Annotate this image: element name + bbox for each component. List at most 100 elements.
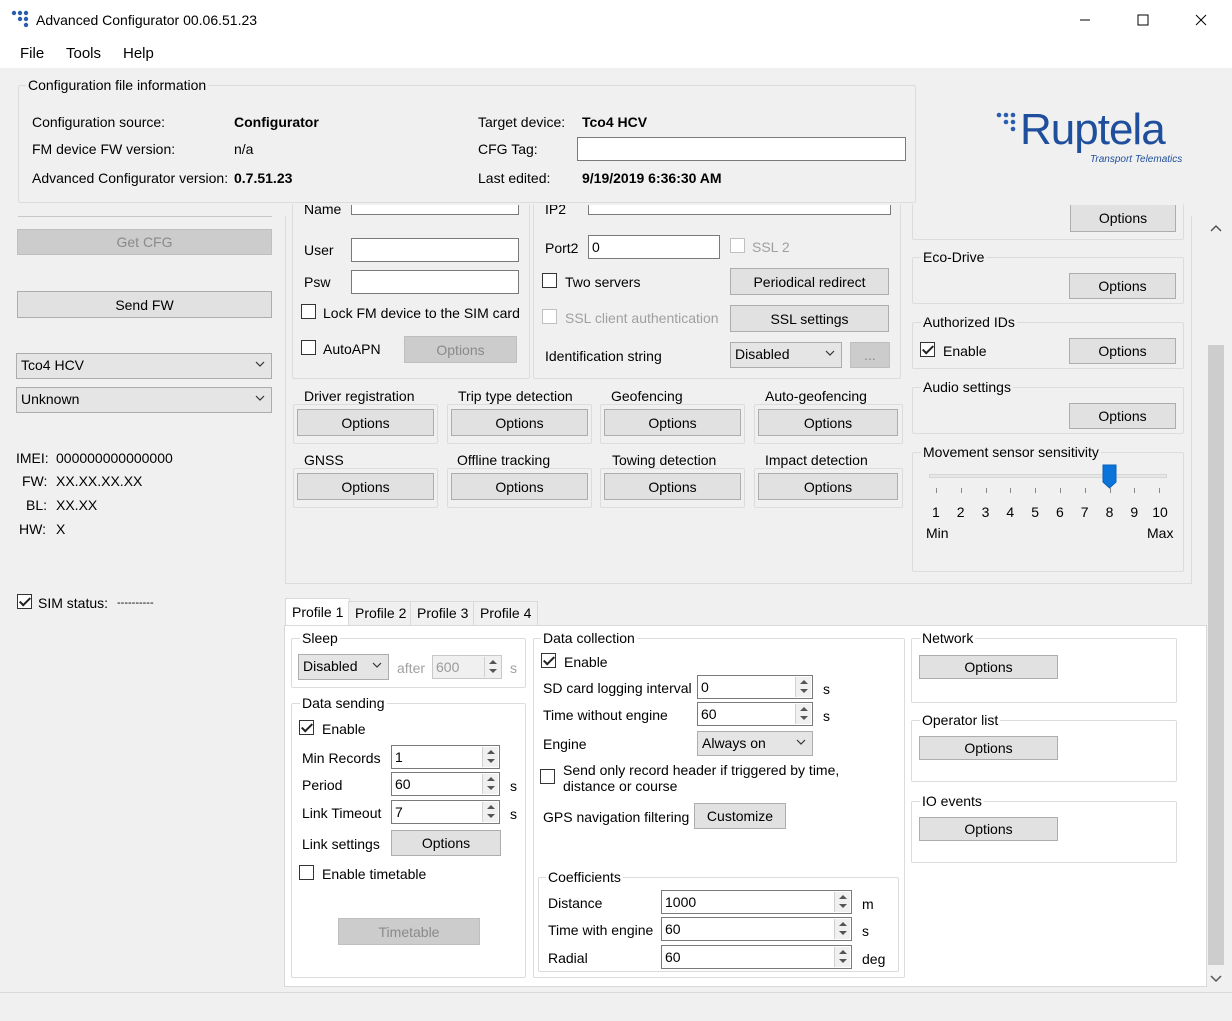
- movement-slider-ticks: [930, 488, 1170, 494]
- data-sending-title: Data sending: [300, 695, 387, 711]
- enable-timetable-checkbox[interactable]: [299, 865, 314, 880]
- ip2-input[interactable]: [588, 205, 891, 215]
- authorized-ids-options-button[interactable]: Options: [1069, 338, 1176, 364]
- link-timeout-stepper[interactable]: 7: [391, 800, 500, 824]
- stepper-arrows-icon[interactable]: [834, 892, 850, 912]
- authorized-ids-enable-checkbox[interactable]: [920, 342, 935, 357]
- network-options-button[interactable]: Options: [919, 655, 1058, 679]
- link-settings-options-button[interactable]: Options: [391, 830, 501, 856]
- send-fw-button[interactable]: Send FW: [17, 291, 272, 318]
- driver-registration-options-button[interactable]: Options: [297, 409, 434, 436]
- tab-profile-1[interactable]: Profile 1: [285, 598, 351, 626]
- period-label: Period: [302, 777, 343, 793]
- gnss-options-button[interactable]: Options: [297, 473, 434, 500]
- ssl-settings-button[interactable]: SSL settings: [730, 305, 889, 332]
- sleep-mode-select[interactable]: Disabled: [298, 654, 389, 680]
- menu-help[interactable]: Help: [123, 45, 154, 63]
- geofencing-options-button[interactable]: Options: [604, 409, 741, 436]
- engine-select[interactable]: Always on: [697, 731, 813, 756]
- ip2-label: IP2: [545, 205, 567, 215]
- movement-slider-track[interactable]: [929, 474, 1167, 478]
- minimize-button[interactable]: [1056, 0, 1114, 40]
- radial-stepper[interactable]: 60: [661, 945, 852, 969]
- sim-status-label: SIM status:: [38, 595, 109, 611]
- logo-tagline: Transport Telematics: [1090, 154, 1183, 165]
- apn-name-input[interactable]: [351, 205, 519, 215]
- sleep-mode-value: Disabled: [303, 658, 358, 674]
- menu-tools[interactable]: Tools: [66, 45, 101, 63]
- ident-ellipsis-button[interactable]: ...: [850, 342, 890, 368]
- tab-profile-3[interactable]: Profile 3: [410, 601, 476, 625]
- ident-string-select[interactable]: Disabled: [730, 342, 842, 368]
- stepper-arrows-icon[interactable]: [482, 802, 498, 822]
- data-sending-enable-checkbox[interactable]: [299, 720, 314, 735]
- port2-input[interactable]: 0: [588, 235, 720, 259]
- lock-sim-checkbox[interactable]: [301, 304, 316, 319]
- towing-detection-options-button[interactable]: Options: [604, 473, 741, 500]
- stepper-arrows-icon[interactable]: [795, 677, 811, 697]
- periodical-redirect-button[interactable]: Periodical redirect: [730, 268, 889, 295]
- scroll-down-icon[interactable]: [1209, 973, 1223, 985]
- menu-file[interactable]: File: [20, 45, 44, 63]
- device-select[interactable]: Tco4 HCV: [16, 353, 272, 379]
- top-right-clip: Options: [1070, 205, 1176, 233]
- sleep-after-stepper[interactable]: 600: [432, 655, 502, 679]
- audio-settings-options-button[interactable]: Options: [1069, 403, 1176, 429]
- movement-slider-thumb[interactable]: [1102, 464, 1118, 490]
- ssl-client-auth-checkbox[interactable]: [542, 309, 557, 324]
- status-select-value: Unknown: [21, 391, 80, 407]
- cfg-tag-input[interactable]: [577, 137, 906, 161]
- close-button[interactable]: [1172, 0, 1230, 40]
- eco-drive-options-button[interactable]: Options: [1069, 273, 1176, 299]
- fm-fw-label: FM device FW version:: [32, 141, 176, 157]
- scrollbar-thumb[interactable]: [1208, 345, 1224, 965]
- authorized-ids-title: Authorized IDs: [921, 314, 1017, 330]
- two-servers-checkbox[interactable]: [542, 273, 557, 288]
- data-collection-title: Data collection: [541, 630, 637, 646]
- stepper-arrows-icon[interactable]: [834, 919, 850, 939]
- io-events-options-button[interactable]: Options: [919, 817, 1058, 841]
- sim-status-checkbox[interactable]: [17, 594, 32, 609]
- time-without-engine-stepper[interactable]: 60: [697, 702, 813, 726]
- period-stepper[interactable]: 60: [391, 772, 500, 796]
- stepper-arrows-icon[interactable]: [834, 947, 850, 967]
- movement-sensor-title: Movement sensor sensitivity: [921, 444, 1101, 460]
- apn-user-input[interactable]: [351, 238, 519, 262]
- time-with-engine-stepper[interactable]: 60: [661, 917, 852, 941]
- config-source-label: Configuration source:: [32, 114, 166, 130]
- min-records-label: Min Records: [302, 750, 381, 766]
- autoapn-options-button[interactable]: Options: [404, 336, 517, 363]
- scroll-up-icon[interactable]: [1209, 222, 1223, 234]
- operator-list-options-button[interactable]: Options: [919, 736, 1058, 760]
- trip-type-title: Trip type detection: [456, 388, 575, 404]
- maximize-button[interactable]: [1114, 0, 1172, 40]
- customize-button[interactable]: Customize: [694, 803, 786, 829]
- tab-profile-2[interactable]: Profile 2: [348, 601, 414, 625]
- stepper-arrows-icon[interactable]: [482, 774, 498, 794]
- stepper-arrows-icon[interactable]: [795, 704, 811, 724]
- config-source-value: Configurator: [234, 114, 319, 130]
- timetable-button[interactable]: Timetable: [338, 918, 480, 945]
- send-header-checkbox[interactable]: [540, 769, 555, 784]
- movement-max-label: Max: [1147, 525, 1174, 541]
- offline-tracking-options-button[interactable]: Options: [451, 473, 588, 500]
- status-select[interactable]: Unknown: [16, 387, 272, 413]
- ssl2-checkbox[interactable]: [730, 238, 745, 253]
- trip-type-options-button[interactable]: Options: [451, 409, 588, 436]
- distance-stepper[interactable]: 1000: [661, 890, 852, 914]
- get-cfg-button[interactable]: Get CFG: [17, 229, 272, 255]
- auto-geofencing-options-button[interactable]: Options: [758, 409, 898, 436]
- slider-tick-label: 3: [981, 504, 990, 520]
- apn-psw-input[interactable]: [351, 270, 519, 294]
- stepper-arrows-icon[interactable]: [482, 747, 498, 767]
- tab-profile-4[interactable]: Profile 4: [473, 601, 539, 625]
- stepper-arrows-icon[interactable]: [484, 657, 500, 677]
- apn-user-label: User: [304, 242, 334, 258]
- min-records-stepper[interactable]: 1: [391, 745, 500, 769]
- impact-detection-options-button[interactable]: Options: [758, 473, 898, 500]
- top-right-options-button[interactable]: Options: [1070, 205, 1176, 232]
- sd-logging-stepper[interactable]: 0: [697, 675, 813, 699]
- fw-value: XX.XX.XX.XX: [56, 473, 143, 489]
- data-collection-enable-checkbox[interactable]: [541, 653, 556, 668]
- autoapn-checkbox[interactable]: [301, 340, 316, 355]
